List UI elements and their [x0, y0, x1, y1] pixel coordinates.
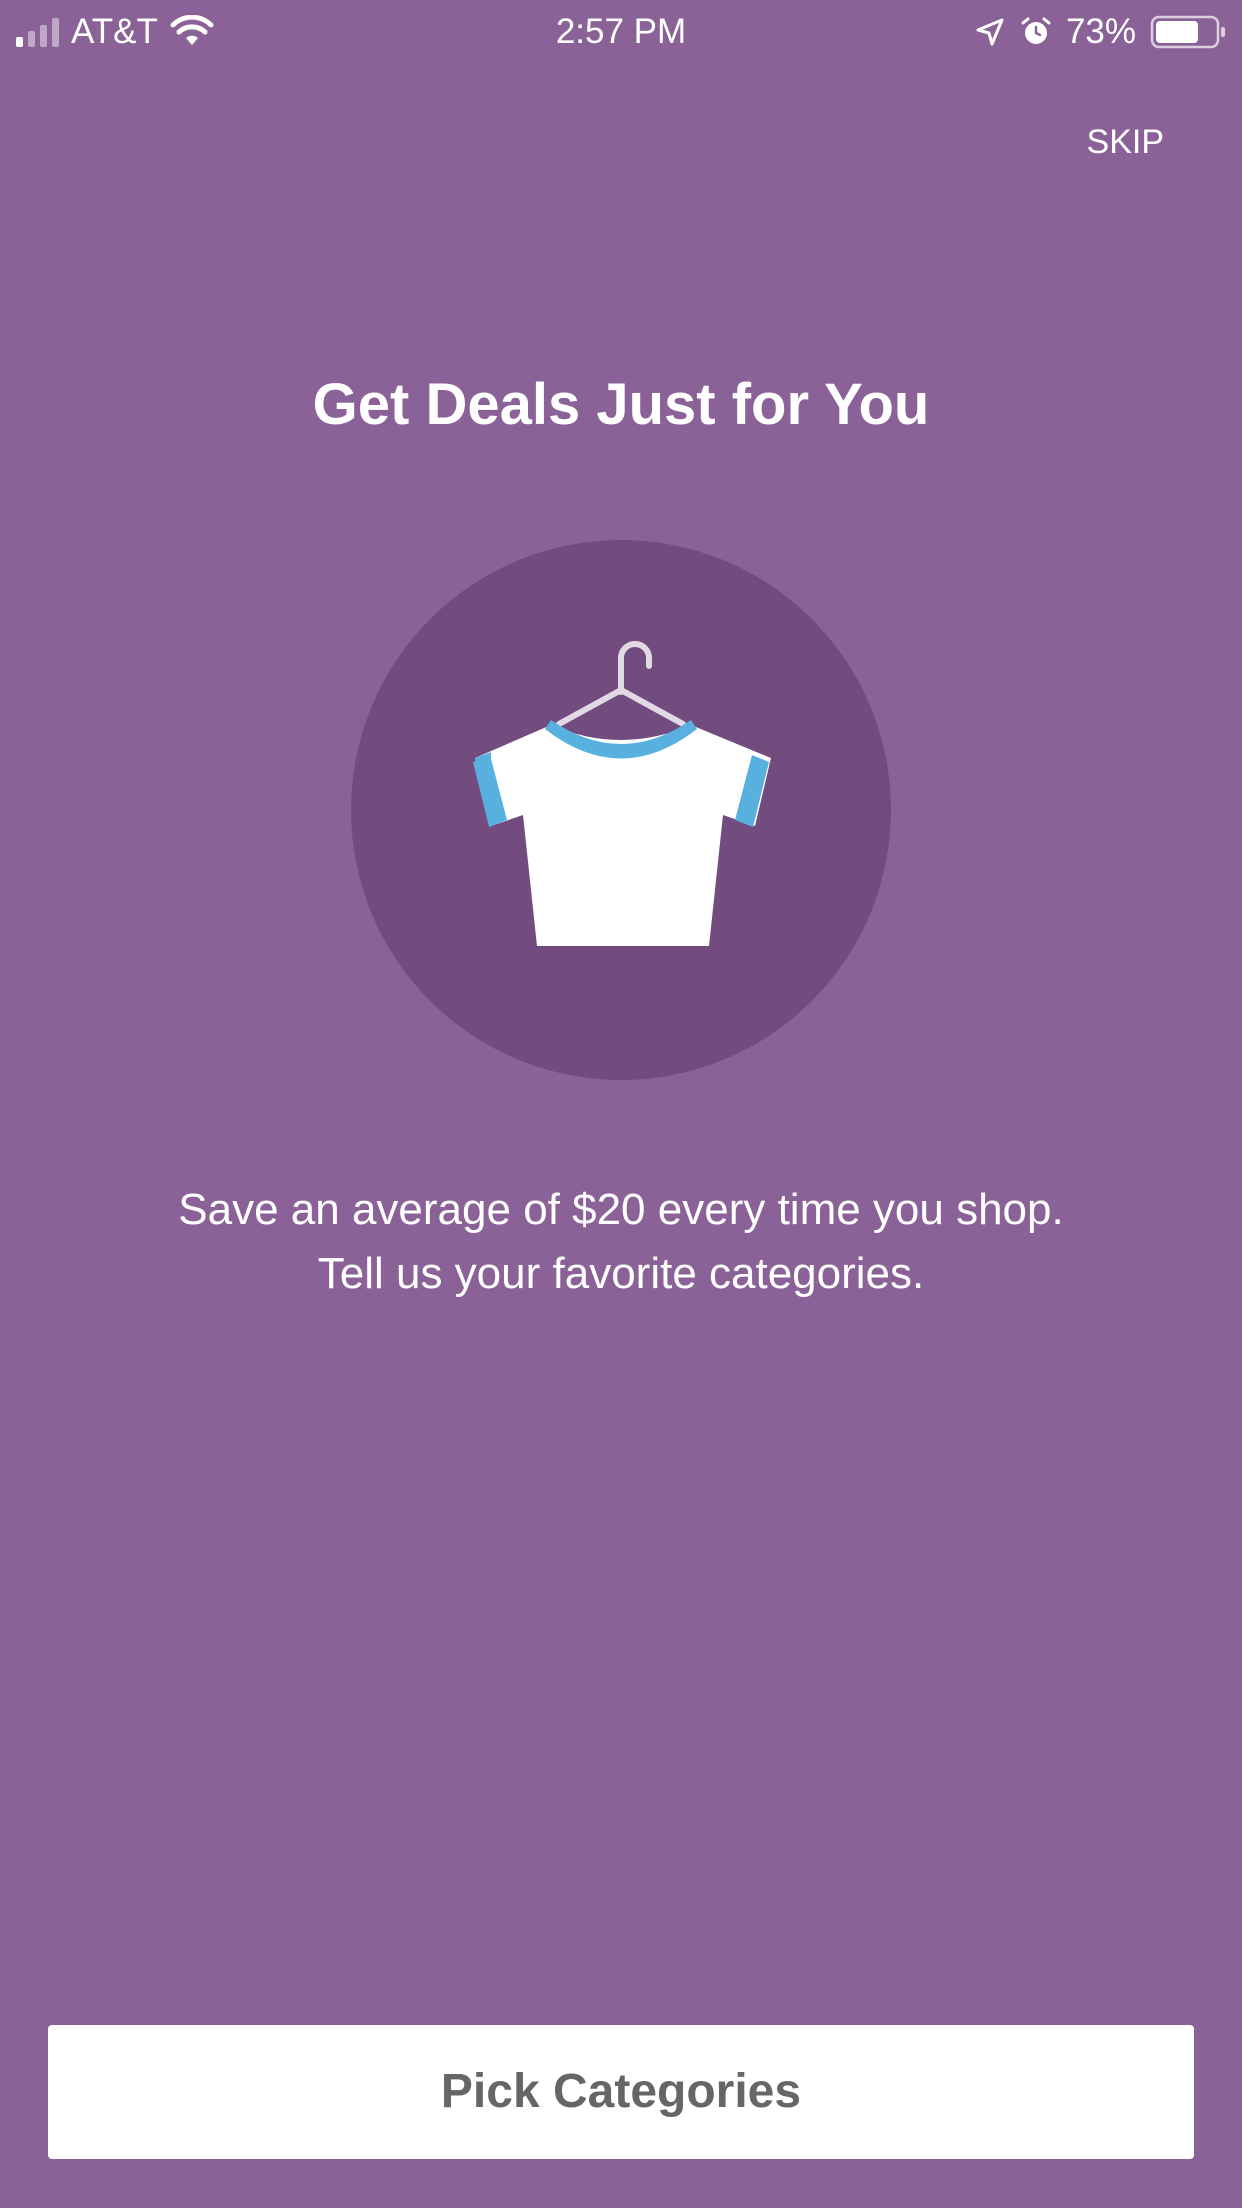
skip-button[interactable]: SKIP: [1087, 122, 1164, 162]
battery-icon: [1150, 15, 1225, 49]
battery-percent: 73%: [1065, 12, 1136, 51]
pick-categories-button[interactable]: Pick Categories: [48, 2025, 1194, 2159]
status-bar: AT&T 2:57 PM 73%: [0, 0, 1242, 62]
status-bar-right: 73%: [974, 10, 1228, 54]
page-title: Get Deals Just for You: [312, 372, 930, 437]
description-line-2: Tell us your favorite categories.: [317, 1249, 925, 1298]
alarm-icon: [1021, 17, 1051, 44]
description-line-1: Save an average of $20 every time you sh…: [178, 1185, 1064, 1234]
location-icon: [976, 18, 1004, 46]
shirt-on-hanger-icon: [473, 641, 771, 946]
illustration-circle: [351, 540, 891, 1080]
onboarding-screen: AT&T 2:57 PM 73% SKIP Get Deals Just for…: [0, 0, 1242, 2208]
description-text: Save an average of $20 every time you sh…: [60, 1178, 1182, 1306]
